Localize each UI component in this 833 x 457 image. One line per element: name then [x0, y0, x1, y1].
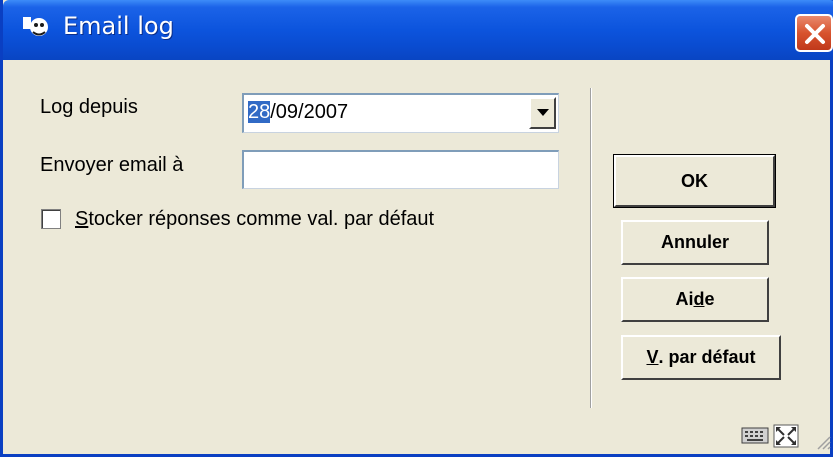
store-defaults-checkbox[interactable]	[41, 209, 61, 229]
chevron-down-icon	[537, 109, 549, 116]
resize-icon[interactable]	[773, 424, 799, 453]
send-email-label: Envoyer email à	[40, 154, 184, 176]
defaults-label-accel: V	[646, 347, 659, 367]
log-since-selected-day: 28	[248, 101, 271, 123]
cancel-button[interactable]: Annuler	[621, 220, 769, 265]
close-button[interactable]	[795, 14, 833, 52]
keyboard-icon[interactable]	[741, 425, 769, 450]
store-defaults-accel: S	[75, 208, 89, 230]
vertical-divider	[590, 88, 592, 408]
window-title: Email log	[63, 12, 174, 40]
send-email-field[interactable]	[242, 150, 559, 189]
size-grip-icon[interactable]	[815, 434, 831, 455]
log-since-value[interactable]: 28/09/2007	[248, 101, 348, 124]
store-defaults-rest: tocker réponses comme val. par défaut	[88, 208, 435, 230]
defaults-label-rest: . par défaut	[658, 347, 756, 367]
help-label-pre: Ai	[675, 289, 694, 309]
ok-button[interactable]: OK	[613, 154, 776, 208]
log-since-rest: /09/2007	[270, 101, 349, 123]
dialog-window: Email log Log depuis 28/09/2007 Envoyer …	[0, 0, 833, 457]
help-button[interactable]: Ai d e	[621, 277, 769, 322]
help-label-post: e	[704, 289, 715, 309]
help-label-accel: d	[693, 289, 705, 309]
defaults-button[interactable]: V. par défaut	[621, 335, 781, 380]
log-since-label: Log depuis	[40, 96, 138, 118]
title-bar[interactable]: Email log	[3, 0, 833, 60]
close-icon	[805, 24, 825, 44]
app-icon	[21, 13, 51, 43]
log-since-dropdown-button[interactable]	[529, 97, 556, 129]
store-defaults-label[interactable]: Stocker réponses comme val. par défaut	[75, 208, 434, 231]
log-since-combobox[interactable]: 28/09/2007	[242, 93, 559, 133]
